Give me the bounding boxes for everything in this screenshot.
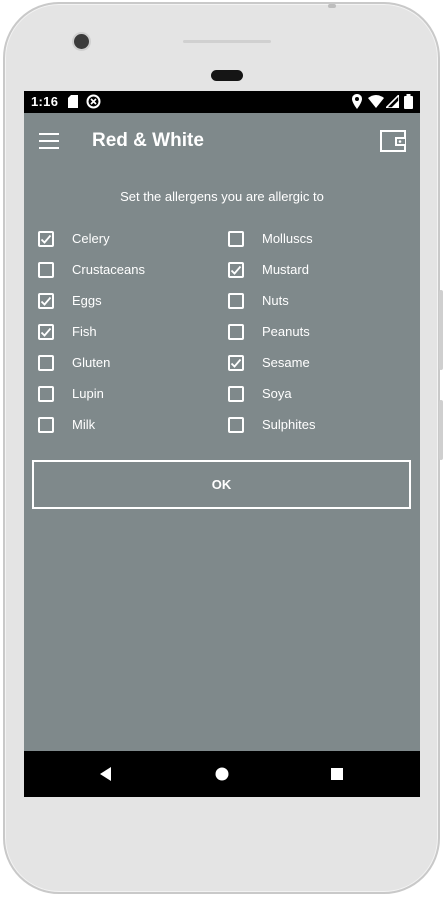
allergen-label: Molluscs bbox=[262, 231, 313, 246]
recents-icon[interactable] bbox=[329, 766, 345, 782]
allergen-option[interactable]: Sulphites bbox=[228, 415, 408, 446]
allergen-label: Soya bbox=[262, 386, 292, 401]
app-title: Red & White bbox=[92, 130, 204, 151]
check-icon bbox=[40, 327, 52, 337]
allergen-option[interactable]: Crustaceans bbox=[38, 260, 218, 291]
checkbox-unchecked[interactable] bbox=[38, 386, 54, 402]
wifi-icon bbox=[368, 95, 384, 108]
checkbox-unchecked[interactable] bbox=[228, 417, 244, 433]
allergen-option[interactable]: Gluten bbox=[38, 353, 218, 384]
home-icon[interactable] bbox=[214, 766, 230, 782]
earpiece bbox=[211, 70, 243, 81]
check-icon bbox=[40, 296, 52, 306]
allergen-label: Milk bbox=[72, 417, 96, 432]
allergen-label: Mustard bbox=[262, 262, 309, 277]
allergen-label: Crustaceans bbox=[72, 262, 145, 277]
allergen-option[interactable]: Fish bbox=[38, 322, 218, 353]
checkbox-unchecked[interactable] bbox=[228, 293, 244, 309]
allergen-label: Nuts bbox=[262, 293, 289, 308]
allergen-option[interactable]: Celery bbox=[38, 229, 218, 260]
checkbox-unchecked[interactable] bbox=[228, 231, 244, 247]
sd-card-icon bbox=[68, 95, 78, 108]
location-icon bbox=[352, 94, 362, 109]
checkbox-checked[interactable] bbox=[228, 355, 244, 371]
allergen-list-left: Celery Crustaceans Eggs Fish Gluten Lupin Milk bbox=[38, 229, 218, 446]
checkbox-unchecked[interactable] bbox=[38, 355, 54, 371]
allergen-prompt: Set the allergens you are allergic to bbox=[120, 189, 324, 204]
check-icon bbox=[230, 265, 242, 275]
checkbox-unchecked[interactable] bbox=[38, 417, 54, 433]
allergen-list-right: Molluscs Mustard Nuts Peanuts Sesame Soya Sulp… bbox=[228, 229, 408, 446]
ok-button[interactable]: OK bbox=[32, 460, 411, 509]
allergen-label: Eggs bbox=[72, 293, 102, 308]
allergen-option[interactable]: Eggs bbox=[38, 291, 218, 322]
allergen-option[interactable]: Soya bbox=[228, 384, 408, 415]
checkbox-unchecked[interactable] bbox=[38, 262, 54, 278]
sync-icon bbox=[86, 94, 101, 109]
allergen-option[interactable]: Molluscs bbox=[228, 229, 408, 260]
volume-button bbox=[439, 400, 443, 460]
allergen-label: Lupin bbox=[72, 386, 104, 401]
navigation-bar bbox=[24, 751, 420, 797]
allergen-label: Celery bbox=[72, 231, 110, 246]
allergen-label: Sesame bbox=[262, 355, 310, 370]
wallet-icon[interactable] bbox=[380, 130, 406, 152]
allergen-label: Peanuts bbox=[262, 324, 310, 339]
status-bar: 1:16 bbox=[24, 91, 420, 113]
checkbox-unchecked[interactable] bbox=[228, 324, 244, 340]
allergen-option[interactable]: Peanuts bbox=[228, 322, 408, 353]
check-icon bbox=[230, 358, 242, 368]
proximity-sensor bbox=[328, 4, 336, 8]
battery-icon bbox=[404, 94, 413, 109]
checkbox-checked[interactable] bbox=[38, 231, 54, 247]
checkbox-unchecked[interactable] bbox=[228, 386, 244, 402]
allergen-label: Sulphites bbox=[262, 417, 316, 432]
checkbox-checked[interactable] bbox=[228, 262, 244, 278]
allergen-option[interactable]: Sesame bbox=[228, 353, 408, 384]
front-camera bbox=[74, 34, 89, 49]
app-screen: 1:16 Red & White Set the allergens you a… bbox=[24, 91, 420, 797]
back-icon[interactable] bbox=[98, 766, 114, 782]
allergen-label: Fish bbox=[72, 324, 97, 339]
allergen-option[interactable]: Mustard bbox=[228, 260, 408, 291]
checkbox-checked[interactable] bbox=[38, 293, 54, 309]
app-bar: Red & White bbox=[24, 113, 420, 171]
allergen-option[interactable]: Milk bbox=[38, 415, 218, 446]
speaker-grille bbox=[183, 40, 271, 43]
check-icon bbox=[40, 234, 52, 244]
status-time: 1:16 bbox=[31, 94, 59, 109]
signal-icon bbox=[386, 95, 399, 108]
menu-icon[interactable] bbox=[39, 133, 59, 149]
allergen-option[interactable]: Nuts bbox=[228, 291, 408, 322]
allergen-option[interactable]: Lupin bbox=[38, 384, 218, 415]
allergen-label: Gluten bbox=[72, 355, 111, 370]
checkbox-checked[interactable] bbox=[38, 324, 54, 340]
power-button bbox=[439, 290, 443, 370]
